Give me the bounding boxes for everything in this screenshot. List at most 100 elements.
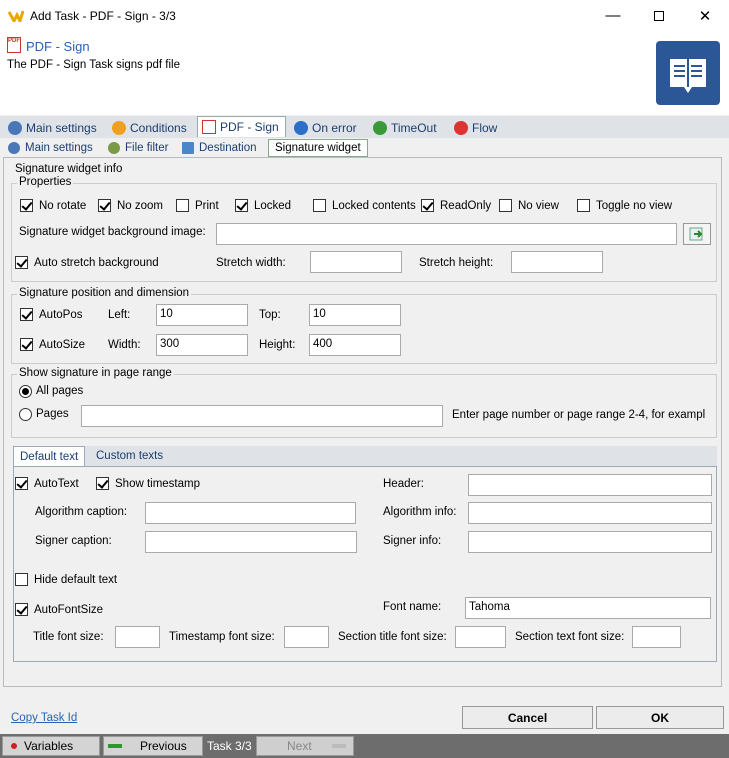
previous-label: Previous: [140, 739, 187, 753]
autosize-label: AutoSize: [39, 339, 86, 351]
tab-on-error[interactable]: On error: [290, 117, 363, 138]
algorithm-info-input[interactable]: [468, 502, 712, 524]
tab-custom-texts[interactable]: Custom texts: [90, 446, 169, 466]
copy-task-id-link[interactable]: Copy Task Id: [11, 712, 77, 724]
width-label: Width:: [108, 339, 141, 351]
locked-label: Locked: [254, 200, 292, 212]
stretch-height-input[interactable]: [511, 251, 603, 273]
font-name-label: Font name:: [383, 601, 442, 613]
stretch-width-label: Stretch width:: [216, 257, 286, 269]
bg-image-label: Signature widget background image:: [19, 226, 206, 238]
gear-icon: [8, 142, 20, 154]
subtab-label: Signature widget: [275, 142, 361, 154]
width-input[interactable]: 300: [156, 334, 248, 356]
timestamp-font-size-input[interactable]: [284, 626, 329, 648]
all-pages-radio[interactable]: [19, 385, 32, 398]
tab-label: Main settings: [26, 120, 97, 135]
gear-icon: [8, 120, 22, 135]
pages-input[interactable]: [81, 405, 443, 427]
subtab-file-filter[interactable]: File filter: [104, 139, 173, 157]
filter-icon: [108, 142, 120, 154]
flow-icon: [454, 120, 468, 135]
autosize-checkbox[interactable]: [20, 338, 33, 351]
tab-label: TimeOut: [391, 120, 437, 135]
left-input[interactable]: 10: [156, 304, 248, 326]
hide-default-text-label: Hide default text: [34, 574, 118, 586]
toggle-no-view-label: Toggle no view: [596, 200, 673, 212]
maximize-button[interactable]: [636, 0, 682, 31]
title-font-size-label: Title font size:: [33, 631, 104, 643]
cancel-button[interactable]: Cancel: [462, 706, 593, 729]
no-view-checkbox[interactable]: [499, 199, 512, 212]
header-input[interactable]: [468, 474, 712, 496]
readonly-checkbox[interactable]: [421, 199, 434, 212]
algorithm-caption-label: Algorithm caption:: [35, 506, 128, 518]
variables-button[interactable]: Variables: [2, 736, 100, 756]
print-checkbox[interactable]: [176, 199, 189, 212]
app-logo-icon: [8, 10, 24, 22]
signer-caption-input[interactable]: [145, 531, 357, 553]
previous-icon: [108, 744, 122, 748]
autopos-checkbox[interactable]: [20, 308, 33, 321]
question-icon: [112, 120, 126, 135]
subtab-signature-widget[interactable]: Signature widget: [268, 139, 368, 157]
tab-flow[interactable]: Flow: [450, 117, 503, 138]
tab-timeout[interactable]: TimeOut: [369, 117, 443, 138]
pages-radio[interactable]: [19, 408, 32, 421]
subtab-label: Destination: [199, 142, 257, 154]
tab-default-text[interactable]: Default text: [13, 446, 86, 466]
tab-main-settings[interactable]: Main settings: [4, 117, 103, 138]
stretch-width-input[interactable]: [310, 251, 402, 273]
algorithm-info-label: Algorithm info:: [383, 506, 457, 518]
stretch-height-label: Stretch height:: [419, 257, 494, 269]
previous-button[interactable]: Previous: [103, 736, 203, 756]
locked-checkbox[interactable]: [235, 199, 248, 212]
title-font-size-input[interactable]: [115, 626, 160, 648]
autofontsize-checkbox[interactable]: [15, 603, 28, 616]
subtab-destination[interactable]: Destination: [178, 139, 262, 157]
pdf-icon: PDF: [7, 37, 21, 53]
title-bar: Add Task - PDF - Sign - 3/3 — ✕: [0, 0, 729, 31]
tab-conditions[interactable]: Conditions: [108, 117, 193, 138]
no-zoom-checkbox[interactable]: [98, 199, 111, 212]
readonly-label: ReadOnly: [440, 200, 492, 212]
show-timestamp-checkbox[interactable]: [96, 477, 109, 490]
tab-label: Conditions: [130, 120, 187, 135]
window-title: Add Task - PDF - Sign - 3/3: [30, 9, 176, 23]
book-icon: [656, 41, 720, 105]
section-title-font-size-input[interactable]: [455, 626, 506, 648]
close-button[interactable]: ✕: [682, 0, 728, 31]
properties-title: Properties: [17, 176, 74, 188]
bottom-bar: Variables Previous Task 3/3 Next: [0, 734, 729, 758]
auto-stretch-checkbox[interactable]: [15, 256, 28, 269]
algorithm-caption-input[interactable]: [145, 502, 356, 524]
tab-pdf-sign[interactable]: PDF - Sign: [197, 116, 286, 137]
bg-image-input[interactable]: [216, 223, 677, 245]
tab-label: Flow: [472, 120, 498, 135]
ok-button[interactable]: OK: [596, 706, 724, 729]
top-input[interactable]: 10: [309, 304, 401, 326]
hide-default-text-checkbox[interactable]: [15, 573, 28, 586]
height-label: Height:: [259, 339, 296, 351]
top-label: Top:: [259, 309, 281, 321]
tab-label: PDF - Sign: [220, 120, 279, 134]
next-button[interactable]: Next: [256, 736, 354, 756]
signer-caption-label: Signer caption:: [35, 535, 112, 547]
no-rotate-checkbox[interactable]: [20, 199, 33, 212]
font-name-input[interactable]: Tahoma: [465, 597, 711, 619]
browse-image-button[interactable]: [683, 223, 711, 245]
signer-info-input[interactable]: [468, 531, 712, 553]
autotext-checkbox[interactable]: [15, 477, 28, 490]
next-label: Next: [287, 739, 312, 753]
tab-label: On error: [312, 120, 357, 135]
subtab-main-settings[interactable]: Main settings: [4, 139, 98, 157]
minimize-button[interactable]: —: [590, 0, 636, 31]
locked-contents-checkbox[interactable]: [313, 199, 326, 212]
section-text-font-size-input[interactable]: [632, 626, 681, 648]
position-title: Signature position and dimension: [17, 287, 192, 299]
minimize-icon: —: [605, 7, 621, 24]
page-range-title: Show signature in page range: [17, 367, 174, 379]
height-input[interactable]: 400: [309, 334, 401, 356]
header-label: Header:: [383, 478, 424, 490]
toggle-no-view-checkbox[interactable]: [577, 199, 590, 212]
